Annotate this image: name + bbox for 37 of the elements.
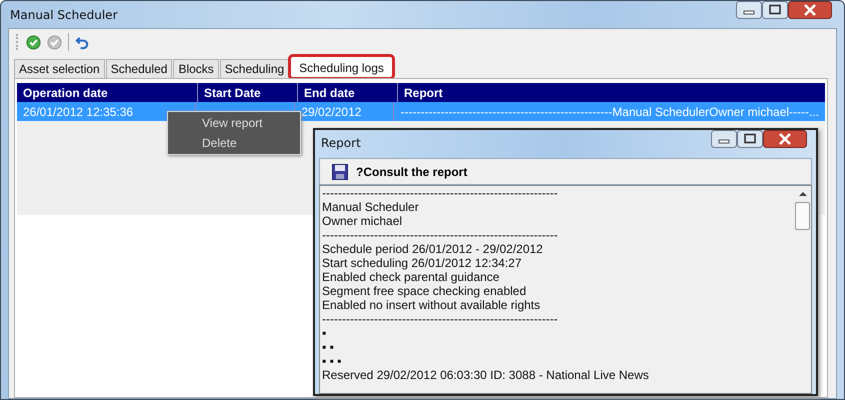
text-line: Segment free space checking enabled [322, 284, 528, 298]
text-line: Manual Scheduler [322, 200, 420, 214]
text-line: ----------------------------------------------------------- [322, 312, 559, 326]
window-title: Report [320, 135, 361, 150]
toolbar-grip[interactable] [16, 34, 20, 50]
toolbar-label: ?Consult the report [356, 164, 468, 178]
text-line: Owner michael [322, 214, 404, 228]
tab[interactable]: Scheduled [106, 59, 172, 78]
text-line: Enabled no insert without available rights [322, 298, 542, 312]
undo-icon[interactable] [75, 34, 90, 50]
table-cell-text: -----------------------------------------------------Manual SchedulerOwner michael-----... [399, 104, 820, 120]
minimize-button[interactable] [711, 130, 737, 148]
tab[interactable]: Asset selection [14, 59, 105, 78]
text-line: Reserved 29/02/2012 06:03:30 ID: 3088 - National Live News [322, 368, 650, 382]
maximize-button[interactable] [737, 130, 763, 148]
maximize-button[interactable] [762, 1, 788, 19]
column-header[interactable]: Report [398, 83, 825, 102]
text-line: ----------------------------------------------------------- [322, 228, 559, 242]
close-button[interactable] [788, 1, 832, 19]
text-line: Schedule period 26/01/2012 - 29/02/2012 [322, 242, 544, 256]
scroll-up-icon[interactable] [798, 191, 806, 196]
text-line: ▪ ▪ ▪ [322, 354, 342, 368]
window-title: Manual Scheduler [9, 7, 118, 22]
text-line: ----------------------------------------------------------- [322, 186, 559, 200]
tab[interactable]: Scheduling logs [290, 56, 393, 78]
minimize-button[interactable] [736, 1, 762, 19]
tab[interactable]: Scheduling [220, 59, 290, 78]
text-line: Start scheduling 26/01/2012 12:34:27 [322, 256, 522, 270]
tab[interactable]: Blocks [173, 59, 219, 78]
text-line: ▪ ▪ [322, 340, 335, 354]
close-button[interactable] [763, 130, 807, 148]
scroll-thumb[interactable] [795, 202, 810, 230]
text-line: ▪ [322, 326, 328, 340]
text-line: Enabled check parental guidance [322, 270, 500, 284]
check-circle-icon[interactable] [26, 34, 41, 50]
report-text-area[interactable] [319, 185, 812, 394]
menu-item[interactable]: Delete [168, 133, 300, 153]
